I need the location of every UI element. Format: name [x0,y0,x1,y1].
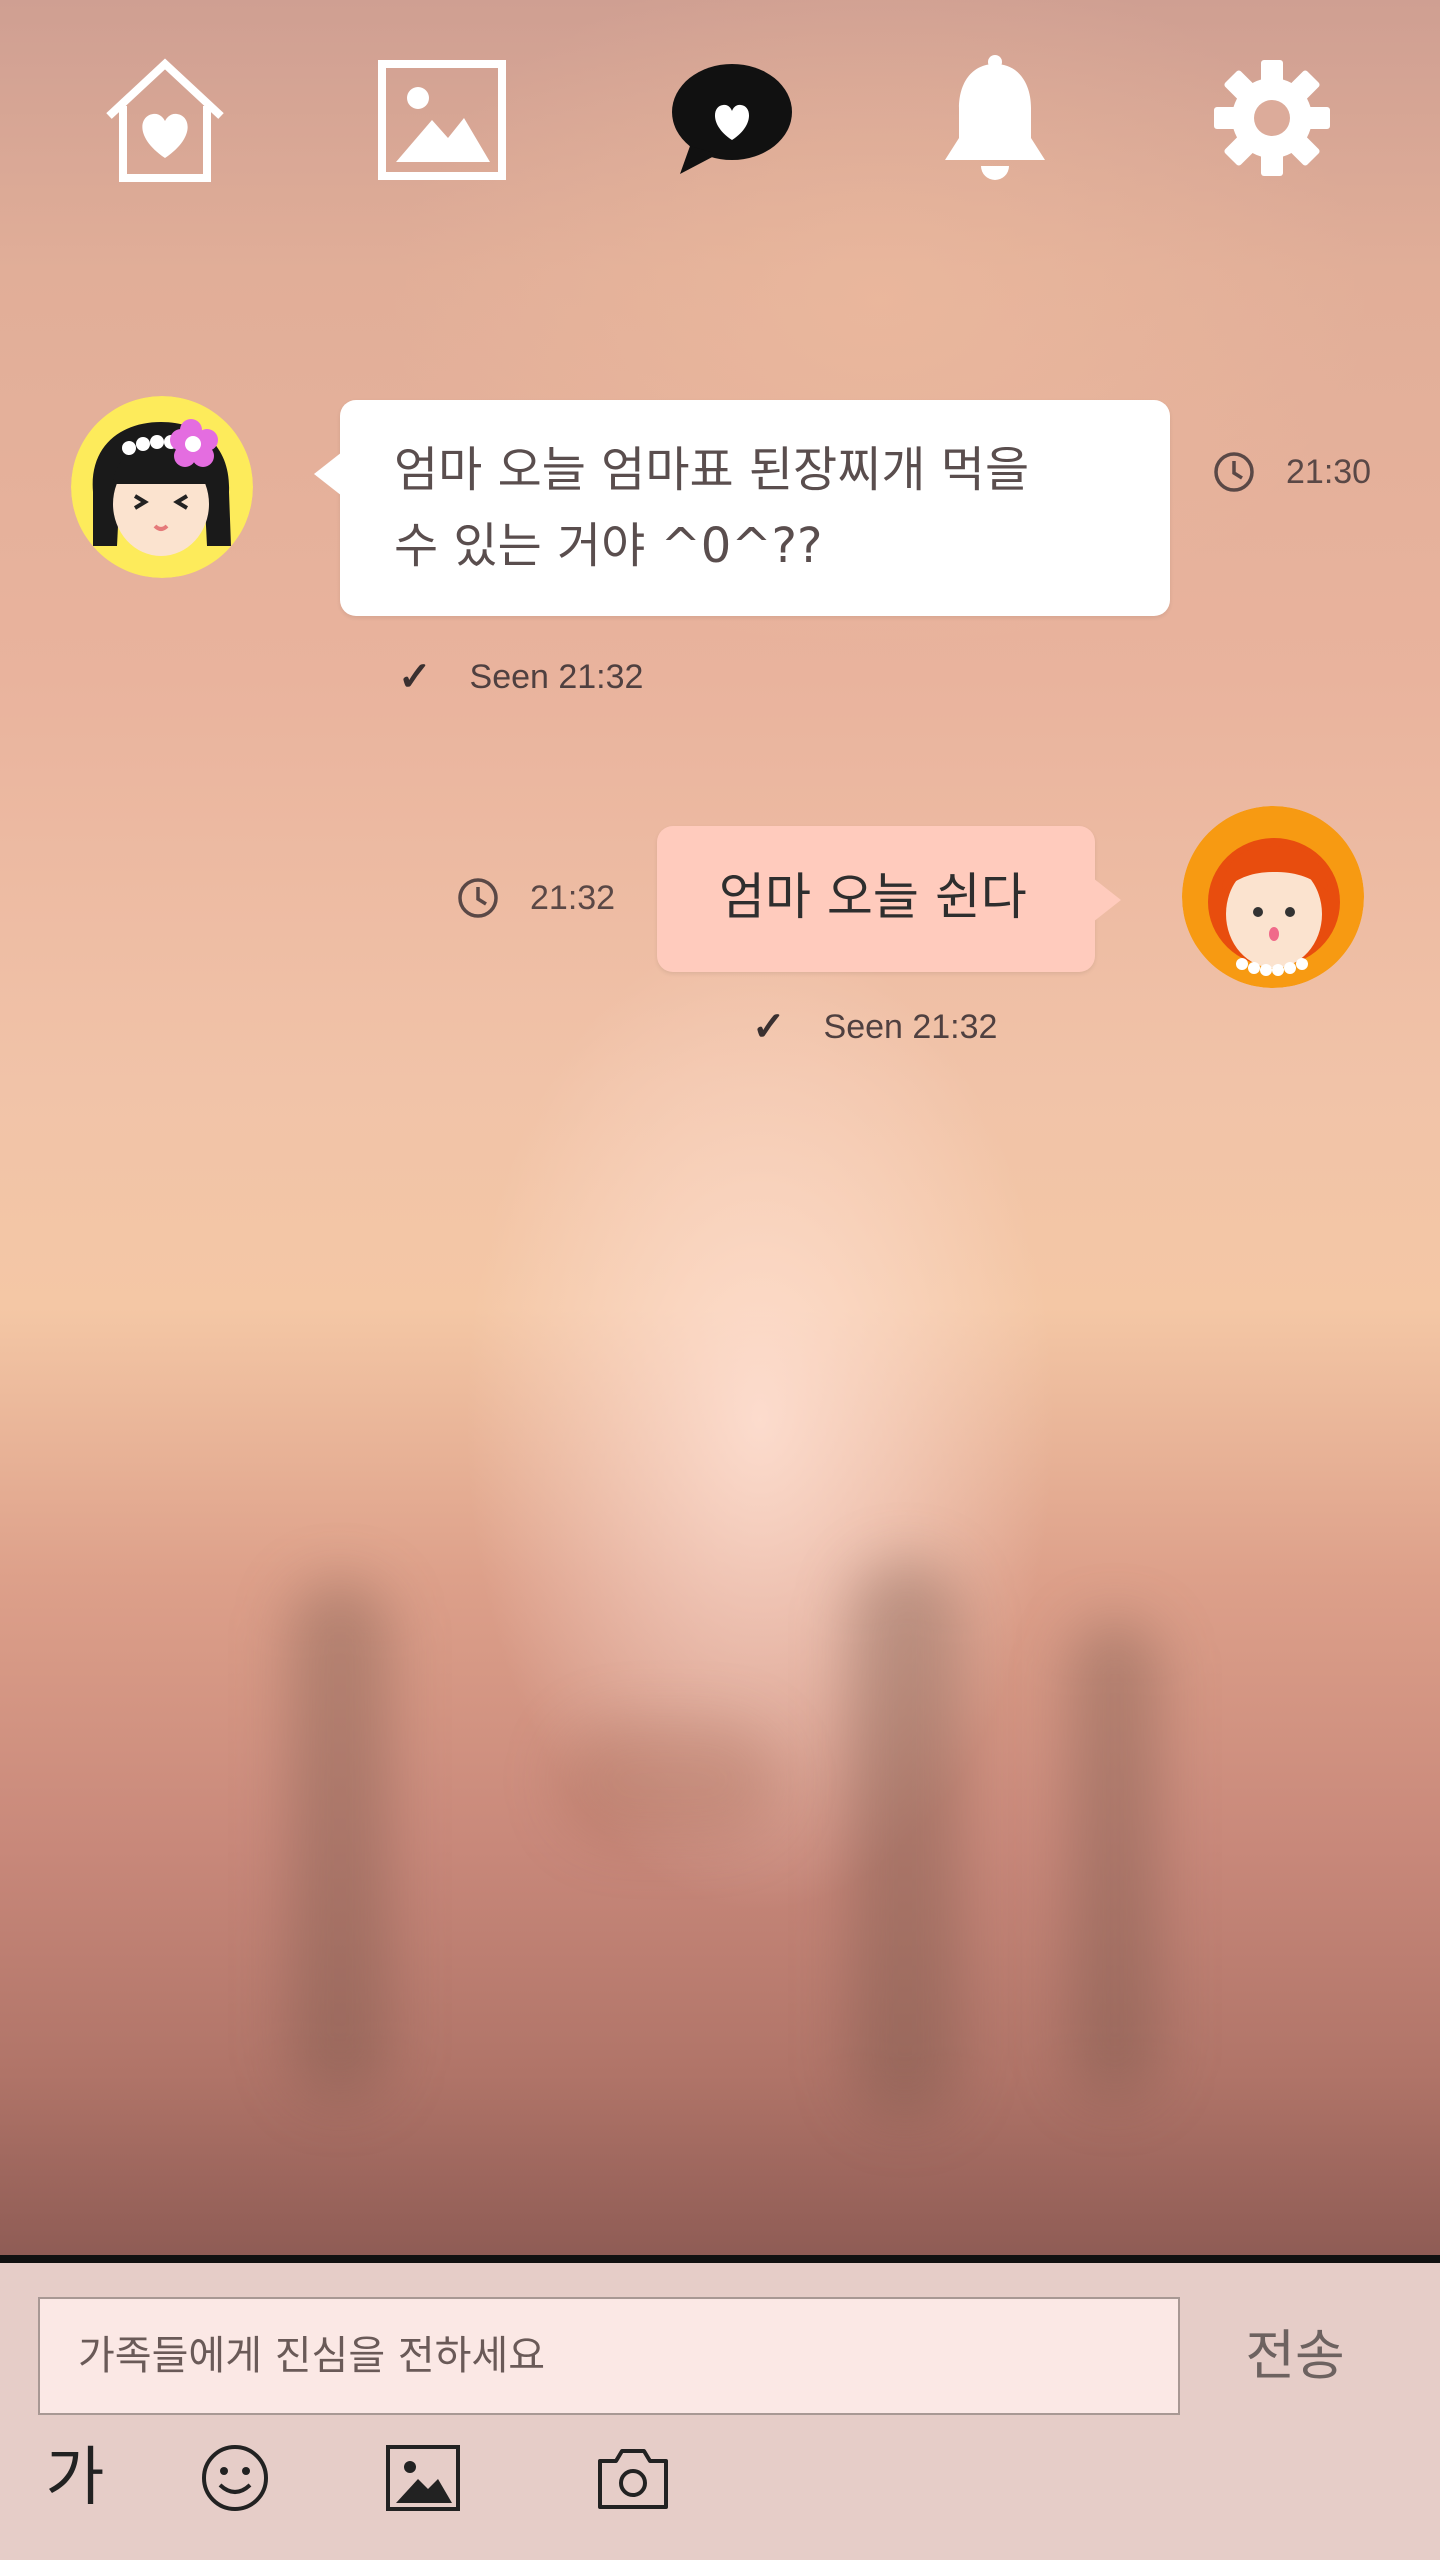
message-composer: 가족들에게 진심을 전하세요 전송 가 [0,2263,1440,2560]
read-receipt: ✓ Seen 21:32 [752,1004,997,1050]
house-heart-icon[interactable] [95,50,235,190]
message-text-line: 엄마 오늘 엄마표 된장찌개 먹을 [394,442,1030,498]
background-figure [290,1580,390,2100]
red-haired-woman-avatar[interactable] [1182,806,1364,988]
background-figure [560,1720,780,1840]
timestamp-text: 21:30 [1286,452,1372,491]
background-figure [1070,1620,1160,2100]
message-timestamp: 21:30 [1212,450,1371,494]
image-icon[interactable] [372,50,512,190]
heart-speech-bubble-icon[interactable] [660,50,800,190]
gear-icon[interactable] [1202,50,1342,190]
message-input[interactable]: 가족들에게 진심을 전하세요 [38,2297,1180,2415]
emoji-icon[interactable] [190,2433,280,2523]
outgoing-message-bubble[interactable]: 엄마 오늘 쉰다 [657,826,1121,972]
input-placeholder: 가족들에게 진심을 전하세요 [78,2333,546,2379]
message-text: 엄마 오늘 쉰다 [719,868,1027,926]
incoming-message-bubble[interactable]: 엄마 오늘 엄마표 된장찌개 먹을 수 있는 거야 ^0^?? [314,400,1170,616]
checkmark-icon: ✓ [752,1005,786,1049]
top-navigation [0,0,1440,240]
read-receipt-text: Seen 21:32 [469,657,644,696]
bell-icon[interactable] [925,50,1065,190]
message-text-line: 수 있는 거야 ^0^?? [394,518,823,574]
composer-divider [0,2255,1440,2263]
girl-with-flower-avatar[interactable] [71,396,253,578]
chat-background [0,0,1440,2255]
clock-icon [458,878,498,918]
send-button[interactable]: 전송 [1200,2297,1390,2415]
read-receipt: ✓ Seen 21:32 [398,654,643,700]
message-timestamp: 21:32 [456,876,615,920]
timestamp-text: 21:32 [530,878,616,917]
camera-icon[interactable] [588,2433,678,2523]
read-receipt-text: Seen 21:32 [823,1007,998,1046]
background-figure [850,1560,960,2120]
checkmark-icon: ✓ [398,655,432,699]
clock-icon [1214,452,1254,492]
text-style-button[interactable]: 가 [30,2433,120,2523]
photo-attach-icon[interactable] [378,2433,468,2523]
